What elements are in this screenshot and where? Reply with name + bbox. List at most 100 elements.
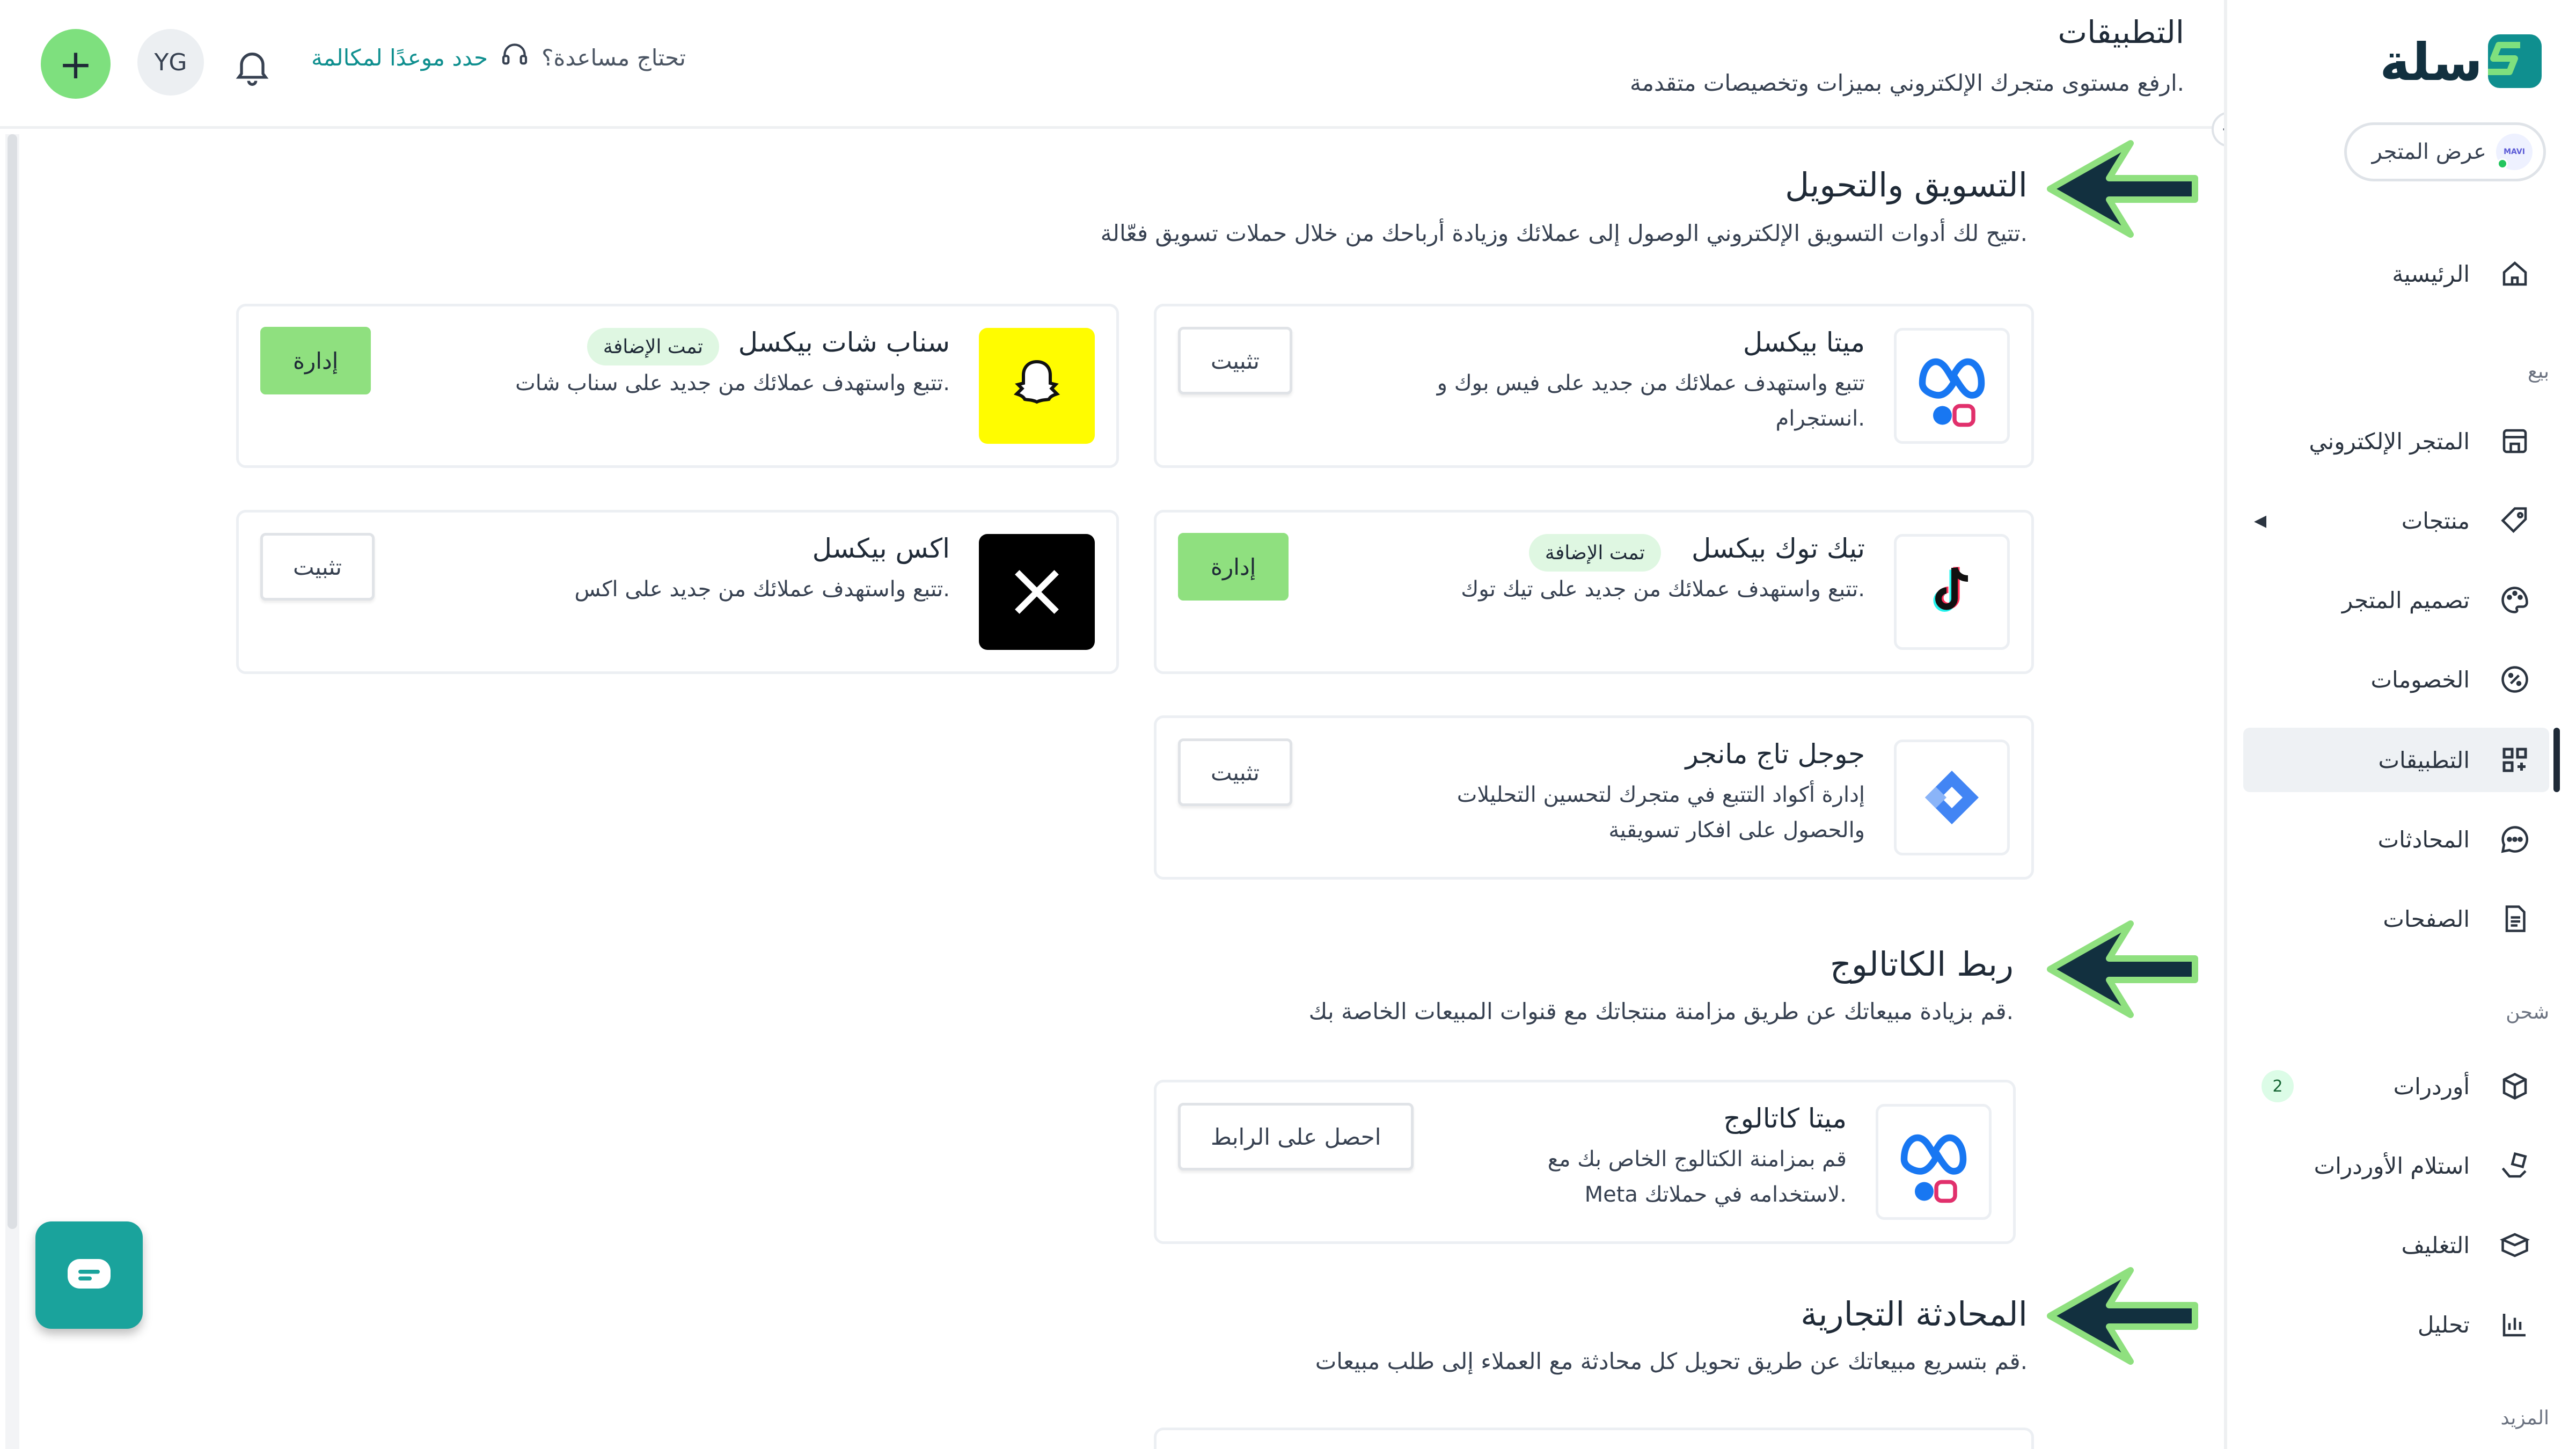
scrollbar-thumb[interactable]: [8, 134, 17, 1229]
sidebar-item-label: التطبيقات: [2378, 747, 2470, 773]
sidebar-item-label: تحليل: [2417, 1311, 2470, 1338]
view-store-label: عرض المتجر: [2372, 140, 2486, 164]
plus-icon: +: [58, 40, 93, 88]
app-root: التطبيقات ارفع مستوى متجرك الإلكتروني بم…: [0, 0, 2576, 1449]
x-logo: [979, 534, 1095, 650]
discount-icon: [2497, 661, 2533, 698]
tag-icon: [2497, 502, 2533, 539]
section-title-catalog: ربط الكاتالوج: [1829, 945, 2014, 984]
page-subtitle: ارفع مستوى متجرك الإلكتروني بميزات وتخصي…: [1629, 70, 2184, 96]
meta-icon: [1900, 1134, 1967, 1175]
instagram-icon: [1952, 404, 1975, 427]
sidebar-item-online-store[interactable]: المتجر الإلكتروني: [2243, 409, 2549, 473]
app-card-x-pixel: اكس بيكسل تتبع واستهدف عملائك من جديد عل…: [236, 510, 1119, 674]
package-icon: [2497, 1068, 2533, 1104]
sidebar-item-order-pickup[interactable]: استلام الأوردرات: [2243, 1133, 2549, 1198]
app-desc-line: تتبع واستهدف عملائك من جديد على سناب شات…: [515, 371, 950, 396]
brand-logo: سلة: [2375, 24, 2547, 104]
hand-box-icon: [2497, 1147, 2533, 1184]
get-link-button[interactable]: احصل على الرابط: [1178, 1103, 1414, 1170]
home-icon: [2497, 255, 2533, 292]
box-icon: [2497, 1227, 2533, 1263]
store-avatar-text: MAVI: [2504, 148, 2525, 156]
manage-button[interactable]: إدارة: [1178, 533, 1289, 601]
arrow-pointer-catalog: [2047, 920, 2198, 1018]
user-avatar[interactable]: YG: [137, 29, 204, 96]
top-header: التطبيقات ارفع مستوى متجرك الإلكتروني بم…: [0, 0, 2230, 129]
sidebar-item-apps[interactable]: التطبيقات: [2243, 728, 2549, 792]
help-area: حدد موعدًا لمكالمة تحتاج مساعدة؟: [311, 40, 686, 75]
app-desc: إدارة أكواد التتبع في متجرك لتحسين التحل…: [1457, 777, 1865, 848]
help-question: تحتاج مساعدة؟: [541, 44, 686, 71]
app-desc: تتبع واستهدف عملائك من جديد على تيك توك.: [1461, 572, 1865, 607]
app-desc-line: تتبع واستهدف عملائك من جديد على فيس بوك …: [1437, 371, 1865, 396]
sidebar-section-sell: بيع: [2527, 361, 2549, 383]
sidebar-item-label: المتجر الإلكتروني: [2309, 428, 2470, 455]
app-name: ميتا كاتالوج: [1723, 1103, 1847, 1134]
sidebar-item-home[interactable]: الرئيسية: [2243, 241, 2549, 306]
manage-button[interactable]: إدارة: [260, 327, 371, 394]
section-title-commerce-chat: المحادثة التجارية: [1801, 1294, 2028, 1334]
headset-icon: [500, 40, 530, 75]
install-button[interactable]: تثبيت: [260, 533, 375, 601]
app-desc: قم بمزامنة الكتالوج الخاص بك مع Meta لاس…: [1548, 1141, 1847, 1212]
app-desc-line: والحصول على افكار تسويقية: [1608, 818, 1865, 843]
section-desc-marketing: تتيح لك أدوات التسويق الإلكتروني الوصول …: [1100, 220, 2028, 246]
section-title-marketing: التسويق والتحويل: [1785, 165, 2028, 204]
install-button[interactable]: تثبيت: [1178, 738, 1292, 806]
added-badge: تمت الإضافة: [587, 328, 719, 365]
palette-icon: [2497, 582, 2533, 618]
store-avatar: MAVI: [2496, 134, 2533, 170]
app-card-meta-pixel: ميتا بيكسل تتبع واستهدف عملائك من جديد ع…: [1154, 304, 2034, 468]
app-name: سناب شات بيكسل: [738, 327, 950, 358]
add-button[interactable]: +: [41, 29, 111, 99]
view-store-button[interactable]: عرض المتجر MAVI: [2344, 122, 2546, 181]
meta-catalog-logo: [1876, 1104, 1992, 1220]
app-desc-line: تتبع واستهدف عملائك من جديد على تيك توك.: [1461, 577, 1865, 602]
install-button[interactable]: تثبيت: [1178, 327, 1292, 394]
meta-logo: [1894, 328, 2010, 444]
app-desc: تتبع واستهدف عملائك من جديد على اكس.: [574, 572, 950, 607]
sidebar-section-more: المزيد: [2500, 1407, 2549, 1429]
sidebar-item-label: تصميم المتجر: [2341, 587, 2470, 613]
sidebar-item-store-design[interactable]: تصميم المتجر: [2243, 568, 2549, 632]
app-name: اكس بيكسل: [812, 533, 950, 564]
section-desc-commerce-chat: قم بتسريع مبيعاتك عن طريق تحويل كل محادث…: [1315, 1348, 2028, 1374]
sidebar-item-label: المحادثات: [2377, 826, 2470, 853]
snapchat-ghost-icon: [1013, 360, 1060, 404]
scrollbar[interactable]: [5, 134, 19, 1449]
sidebar-item-conversations[interactable]: المحادثات: [2243, 807, 2549, 872]
app-card-meta-catalog: ميتا كاتالوج قم بمزامنة الكتالوج الخاص ب…: [1154, 1080, 2016, 1244]
bell-icon[interactable]: [231, 45, 274, 88]
app-desc-line: Meta لاستخدامه في حملاتك.: [1584, 1182, 1847, 1207]
sidebar-item-label: التغليف: [2401, 1232, 2470, 1258]
chat-icon: [2497, 821, 2533, 858]
schedule-call-link[interactable]: حدد موعدًا لمكالمة: [311, 45, 488, 71]
app-desc-line: انستجرام.: [1775, 406, 1865, 431]
sidebar-item-orders[interactable]: 2 أوردرات: [2243, 1054, 2549, 1118]
added-badge: تمت الإضافة: [1528, 534, 1661, 572]
app-desc: تتبع واستهدف عملائك من جديد على فيس بوك …: [1437, 365, 1865, 436]
tiktok-icon: [1933, 567, 1968, 612]
google-tag-manager-icon: [1925, 771, 1979, 824]
sidebar-section-shipping: شحن: [2506, 1001, 2549, 1023]
active-indicator: [2553, 728, 2560, 792]
sidebar-item-label: منتجات: [2401, 507, 2470, 534]
app-desc-line: قم بمزامنة الكتالوج الخاص بك مع: [1547, 1147, 1847, 1172]
sidebar-item-label: أوردرات: [2393, 1073, 2470, 1100]
sidebar-item-products[interactable]: ◀ منتجات: [2243, 488, 2549, 553]
snapchat-logo: [979, 328, 1095, 444]
sidebar-item-pages[interactable]: الصفحات: [2243, 887, 2549, 951]
sidebar-item-analytics[interactable]: تحليل: [2243, 1292, 2549, 1357]
section-desc-catalog: قم بزيادة مبيعاتك عن طريق مزامنة منتجاتك…: [1308, 998, 2014, 1024]
app-desc-line: تتبع واستهدف عملائك من جديد على اكس.: [574, 577, 950, 602]
sidebar-item-packaging[interactable]: التغليف: [2243, 1213, 2549, 1277]
page-title: التطبيقات: [2058, 14, 2184, 50]
sidebar-item-label: استلام الأوردرات: [2314, 1152, 2470, 1179]
x-icon: [1015, 570, 1059, 614]
gtm-logo: [1894, 740, 2010, 855]
chat-support-button[interactable]: [35, 1221, 143, 1329]
caret-left-icon: ◀: [2254, 511, 2267, 530]
apps-grid-icon: [2497, 742, 2533, 778]
sidebar-item-discounts[interactable]: الخصومات: [2243, 647, 2549, 712]
